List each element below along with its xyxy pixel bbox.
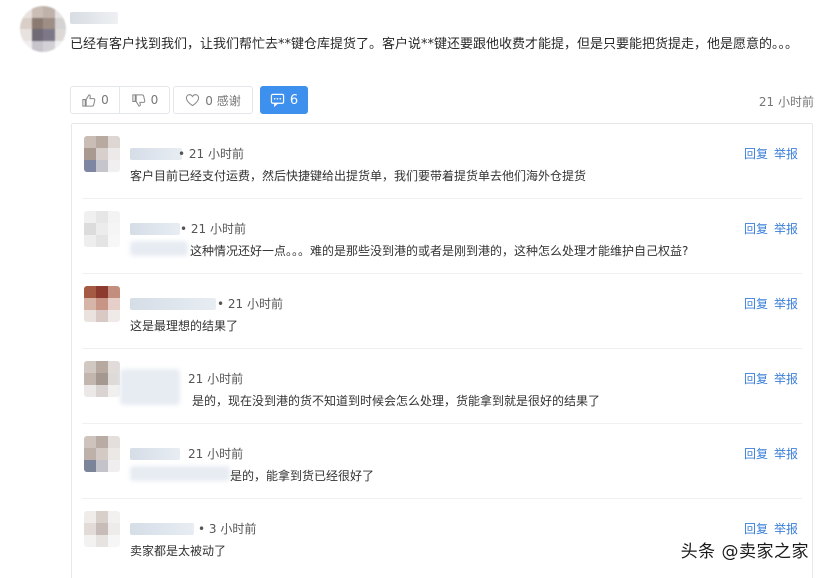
reply-item: • 21 小时前 客户目前已经支付运费，然后快捷键给出提货单，我们要带着提货单去… xyxy=(72,124,812,199)
reply-avatar[interactable] xyxy=(84,286,120,322)
reply-actions: 回复 举报 xyxy=(738,370,798,387)
report-button[interactable]: 举报 xyxy=(774,222,798,236)
mention-redacted xyxy=(130,241,188,256)
reply-text: 客户目前已经支付运费，然后快捷键给出提货单，我们要带着提货单去他们海外仓提货 xyxy=(130,169,587,183)
reply-username-redacted[interactable] xyxy=(130,148,182,160)
reply-avatar[interactable] xyxy=(84,136,120,172)
reply-item: • 21 小时前 这是最理想的结果了 回复 举报 xyxy=(72,274,812,349)
reply-text: 是的，现在没到港的货不知道到时候会怎么处理，货能拿到就是很好的结果了 xyxy=(192,394,601,408)
comment-time: 21 小时前 xyxy=(758,95,814,109)
reply-avatar[interactable] xyxy=(84,211,120,247)
thumbs-down-icon xyxy=(131,93,146,108)
dislike-count: 0 xyxy=(150,93,159,107)
reply-actions: 回复 举报 xyxy=(738,220,798,237)
reply-username-redacted[interactable] xyxy=(130,523,194,535)
report-button[interactable]: 举报 xyxy=(774,447,798,461)
reply-button[interactable]: 回复 xyxy=(744,372,768,386)
reply-avatar[interactable] xyxy=(84,511,120,547)
reply-text: 这种情况还好一点。。。难的是那些没到港的或者是刚到港的，这种怎么处理才能维护自己… xyxy=(190,244,689,258)
reply-time: • 21 小时前 xyxy=(217,297,283,311)
comment-text: 已经有客户找到我们，让我们帮忙去**键仓库提货了。客户说**键还要跟他收费才能提… xyxy=(70,37,799,52)
report-button[interactable]: 举报 xyxy=(774,372,798,386)
source-watermark: 头条 @卖家之家 xyxy=(680,542,809,562)
comment-action-bar: 0 0 0 感谢 6 xyxy=(70,86,308,114)
reply-button[interactable]: 回复 xyxy=(744,147,768,161)
comments-toggle-button[interactable]: 6 xyxy=(260,86,308,114)
reply-avatar[interactable] xyxy=(84,361,120,397)
report-button[interactable]: 举报 xyxy=(774,147,798,161)
reply-actions: 回复 举报 xyxy=(738,520,798,537)
comment-bubble-icon xyxy=(270,93,285,107)
reply-text: 是的，能拿到货已经很好了 xyxy=(230,469,375,483)
thumbs-up-icon xyxy=(81,93,96,108)
like-count: 0 xyxy=(101,93,109,107)
reply-text: 卖家都是太被动了 xyxy=(130,544,227,558)
reply-username-redacted[interactable] xyxy=(130,298,216,310)
reply-item: 21 小时前 是的，能拿到货已经很好了 回复 举报 xyxy=(72,424,812,499)
commenter-avatar[interactable] xyxy=(20,6,66,52)
thanks-button[interactable]: 0 感谢 xyxy=(173,86,253,114)
reply-username-redacted[interactable] xyxy=(130,448,180,460)
reply-button[interactable]: 回复 xyxy=(744,297,768,311)
reply-time: 21 小时前 xyxy=(188,372,244,386)
thanks-label: 0 感谢 xyxy=(205,93,241,108)
reply-text: 这是最理想的结果了 xyxy=(130,319,239,333)
reply-item: 21 小时前 是的，现在没到港的货不知道到时候会怎么处理，货能拿到就是很好的结果… xyxy=(72,349,812,424)
reply-time: • 3 小时前 xyxy=(198,522,257,536)
reply-actions: 回复 举报 xyxy=(738,295,798,312)
reply-actions: 回复 举报 xyxy=(738,445,798,462)
mention-redacted xyxy=(130,466,230,481)
reply-time: • 21 小时前 xyxy=(180,222,246,236)
dislike-button[interactable]: 0 xyxy=(120,86,170,114)
reply-button[interactable]: 回复 xyxy=(744,222,768,236)
username-redacted-smudge xyxy=(120,369,180,405)
reply-actions: 回复 举报 xyxy=(738,145,798,162)
comment-count: 6 xyxy=(289,92,299,108)
replies-panel: • 21 小时前 客户目前已经支付运费，然后快捷键给出提货单，我们要带着提货单去… xyxy=(71,123,813,578)
reply-time: 21 小时前 xyxy=(188,447,244,461)
reply-avatar[interactable] xyxy=(84,436,120,472)
commenter-name-redacted[interactable] xyxy=(70,12,118,24)
report-button[interactable]: 举报 xyxy=(774,297,798,311)
report-button[interactable]: 举报 xyxy=(774,522,798,536)
like-button[interactable]: 0 xyxy=(70,86,120,114)
heart-icon xyxy=(185,93,200,107)
reply-username-redacted[interactable] xyxy=(130,223,180,235)
reply-time: • 21 小时前 xyxy=(178,147,244,161)
reply-button[interactable]: 回复 xyxy=(744,522,768,536)
reply-button[interactable]: 回复 xyxy=(744,447,768,461)
reply-item: • 21 小时前 这种情况还好一点。。。难的是那些没到港的或者是刚到港的，这种怎… xyxy=(72,199,812,274)
